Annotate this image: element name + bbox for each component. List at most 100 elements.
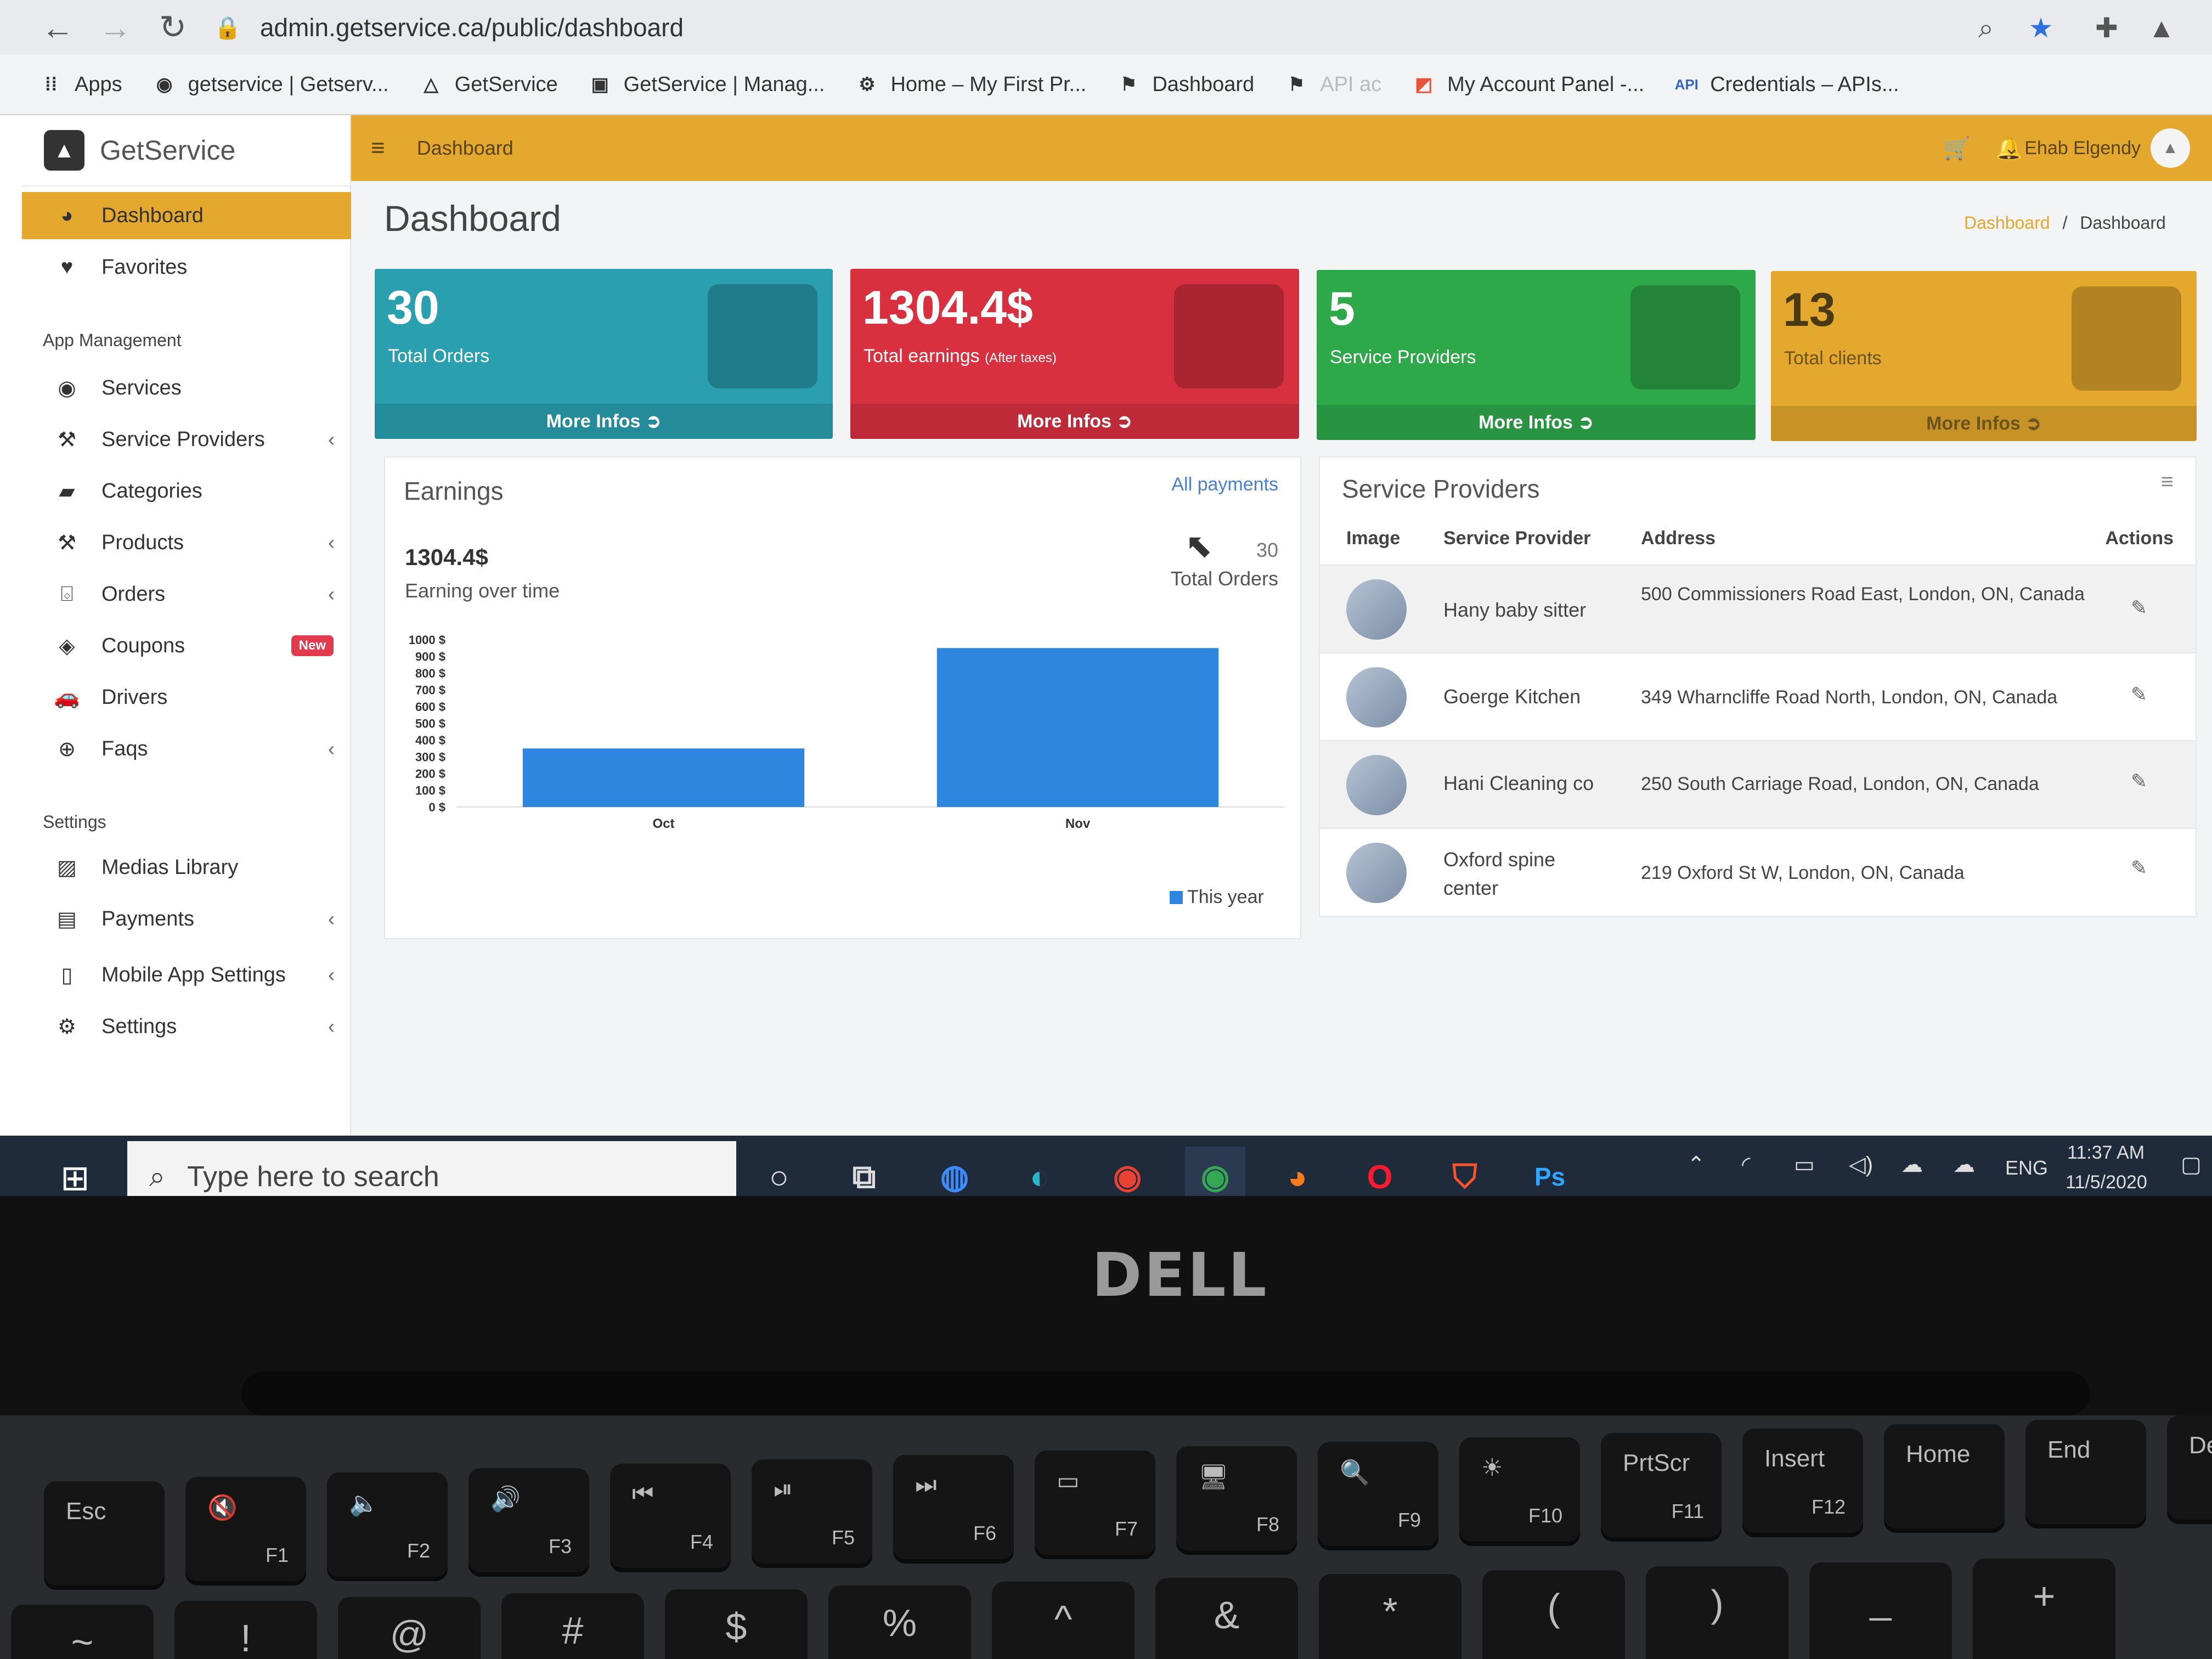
bookmark[interactable]: ◉ getservice | Getserv... — [152, 72, 389, 97]
sidebar-item-orders[interactable]: ⌺ Orders ‹ — [22, 571, 351, 618]
notifications-icon[interactable]: ▢ — [2181, 1152, 2202, 1177]
topbar-breadcrumb[interactable]: Dashboard — [417, 137, 514, 160]
edit-icon[interactable]: ✎ — [2131, 683, 2147, 706]
profile-icon[interactable]: ▲ — [2140, 10, 2183, 46]
card-menu-icon[interactable]: ≡ — [2161, 470, 2174, 494]
key-15[interactable]: Del — [2167, 1415, 2212, 1520]
app-icon[interactable]: ◍ — [924, 1147, 985, 1196]
user-menu[interactable]: ⌄ Ehab Elgendy — [2004, 137, 2141, 159]
more-info-link[interactable]: More Infos ➲ — [850, 404, 1299, 439]
key-9[interactable]: 🔍 F9 — [1318, 1442, 1438, 1546]
key-symbol[interactable]: + — [1973, 1559, 2115, 1659]
bookmark[interactable]: ⁞⁞ Apps — [38, 72, 122, 97]
key-symbol[interactable]: ( — [1482, 1570, 1625, 1659]
photoshop-icon[interactable]: Ps — [1520, 1147, 1580, 1196]
key-2[interactable]: 🔈 F2 — [327, 1472, 448, 1577]
bookmark[interactable]: △ GetService — [419, 72, 558, 97]
key-5[interactable]: ⏯ F5 — [752, 1459, 872, 1564]
chrome-icon[interactable]: ◉ — [1097, 1147, 1158, 1196]
sidebar-item-service-providers[interactable]: ⚒ Service Providers ‹ — [22, 416, 351, 463]
sidebar-item-favorites[interactable]: ♥ Favorites — [22, 244, 351, 291]
edge-icon[interactable]: ◐ — [1009, 1147, 1070, 1196]
key-11[interactable]: PrtScr F11 — [1601, 1433, 1722, 1537]
extensions-icon[interactable]: ✚ — [2085, 10, 2129, 46]
key-symbol[interactable]: ^ — [992, 1582, 1135, 1659]
bookmark[interactable]: ⚑ API ac — [1284, 72, 1381, 97]
key-symbol[interactable]: ! — [174, 1601, 317, 1659]
address-bar[interactable]: 🔒 admin.getservice.ca/public/dashboard — [214, 3, 2024, 52]
battery-icon[interactable]: ▭ — [1794, 1152, 1815, 1177]
key-1[interactable]: 🔇 F1 — [185, 1477, 306, 1581]
cloud-icon[interactable]: ☁ — [1901, 1152, 1923, 1177]
more-info-link[interactable]: More Infos ➲ — [1771, 406, 2197, 441]
zoom-icon[interactable]: ⌕ — [1964, 10, 2008, 46]
key-symbol[interactable]: * — [1319, 1574, 1462, 1659]
star-icon[interactable]: ★ — [2019, 10, 2063, 46]
cortana-icon[interactable]: ○ — [749, 1147, 809, 1196]
key-14[interactable]: End — [2025, 1420, 2146, 1524]
bookmark[interactable]: ⚑ Dashboard — [1116, 72, 1254, 97]
reload-icon[interactable]: ↻ — [154, 5, 192, 49]
bookmark[interactable]: ⚙ Home – My First Pr... — [854, 72, 1086, 97]
more-info-link[interactable]: More Infos ➲ — [375, 404, 833, 439]
key-symbol[interactable]: _ — [1809, 1562, 1952, 1659]
edit-icon[interactable]: ✎ — [2131, 596, 2147, 619]
key-8[interactable]: 🖥 F8 — [1176, 1446, 1297, 1550]
key-symbol[interactable]: ) — [1646, 1566, 1788, 1659]
edit-icon[interactable]: ✎ — [2131, 770, 2147, 793]
sidebar-item-settings[interactable]: ⚙ Settings ‹ — [22, 1003, 351, 1050]
chrome-icon[interactable]: ◉ — [1185, 1147, 1245, 1196]
taskbar-search-input[interactable]: ⌕ Type here to search — [127, 1141, 736, 1196]
cloud-icon[interactable]: ☁ — [1953, 1152, 1975, 1177]
key-4[interactable]: ⏮ F4 — [610, 1464, 731, 1568]
sidebar-item-categories[interactable]: ▰ Categories — [22, 467, 351, 515]
task-view-icon[interactable]: ⧉ — [834, 1147, 894, 1196]
clock-date[interactable]: 11/5/2020 — [2066, 1172, 2147, 1193]
key-symbol[interactable]: ~ — [11, 1605, 154, 1659]
key-10[interactable]: ☀ F10 — [1459, 1437, 1580, 1542]
firefox-icon[interactable]: ◕ — [1267, 1147, 1328, 1196]
back-arrow-icon[interactable]: ← — [38, 5, 77, 49]
edit-icon[interactable]: ✎ — [2131, 856, 2147, 879]
cart-icon[interactable]: 🛒 — [1943, 136, 1971, 161]
sidebar-item-dashboard[interactable]: ◕ Dashboard — [22, 192, 351, 239]
sidebar-item-medias-library[interactable]: ▨ Medias Library — [22, 844, 351, 891]
key-symbol[interactable]: @ — [338, 1597, 481, 1659]
bookmark[interactable]: API Credentials – APIs... — [1674, 72, 1899, 97]
key-symbol[interactable]: & — [1155, 1578, 1298, 1659]
forward-arrow-icon[interactable]: → — [96, 5, 134, 49]
key-7[interactable]: ▭ F7 — [1035, 1451, 1155, 1555]
chevron-up-icon[interactable]: ⌃ — [1687, 1152, 1706, 1177]
breadcrumb-link[interactable]: Dashboard — [1964, 213, 2050, 233]
key-symbol[interactable]: % — [828, 1585, 971, 1659]
key-symbol[interactable]: $ — [665, 1589, 808, 1659]
more-info-link[interactable]: More Infos ➲ — [1317, 405, 1756, 440]
bookmark[interactable]: ◩ My Account Panel -... — [1411, 72, 1644, 97]
key-0[interactable]: Esc — [44, 1481, 165, 1585]
volume-icon[interactable]: ◁) — [1849, 1152, 1873, 1177]
key-label: Home — [1906, 1441, 1971, 1468]
opera-icon[interactable]: O — [1350, 1147, 1410, 1196]
sidebar-item-payments[interactable]: ▤ Payments ‹ — [22, 895, 351, 943]
sidebar-item-coupons[interactable]: ◈ Coupons New — [22, 622, 351, 669]
key-12[interactable]: Insert F12 — [1742, 1429, 1863, 1533]
brave-icon[interactable]: ⛉ — [1435, 1147, 1495, 1196]
key-3[interactable]: 🔊 F3 — [469, 1468, 589, 1572]
key-13[interactable]: Home — [1884, 1424, 2005, 1528]
clock-time[interactable]: 11:37 AM — [2067, 1142, 2145, 1164]
brand[interactable]: ▲ GetService — [22, 115, 351, 187]
sidebar-item-services[interactable]: ◉ Services — [22, 364, 351, 411]
key-symbol[interactable]: # — [501, 1593, 644, 1659]
sidebar-item-faqs[interactable]: ⊕ Faqs ‹ — [22, 725, 351, 772]
wifi-icon[interactable]: ◜ — [1742, 1152, 1751, 1177]
sidebar-item-drivers[interactable]: 🚗 Drivers — [22, 674, 351, 721]
avatar[interactable]: ▲ — [2151, 128, 2190, 168]
bookmark[interactable]: ▣ GetService | Manag... — [588, 72, 825, 97]
menu-toggle-icon[interactable]: ≡ — [371, 134, 385, 162]
key-6[interactable]: ⏭ F6 — [893, 1455, 1014, 1559]
sidebar-item-products[interactable]: ⚒ Products ‹ — [22, 519, 351, 566]
all-payments-link[interactable]: All payments — [1171, 474, 1278, 495]
sidebar-item-mobile-app-settings[interactable]: ▯ Mobile App Settings ‹ — [22, 951, 351, 998]
windows-start-icon[interactable]: ⊞ — [60, 1158, 90, 1196]
language-indicator[interactable]: ENG — [2005, 1156, 2048, 1180]
